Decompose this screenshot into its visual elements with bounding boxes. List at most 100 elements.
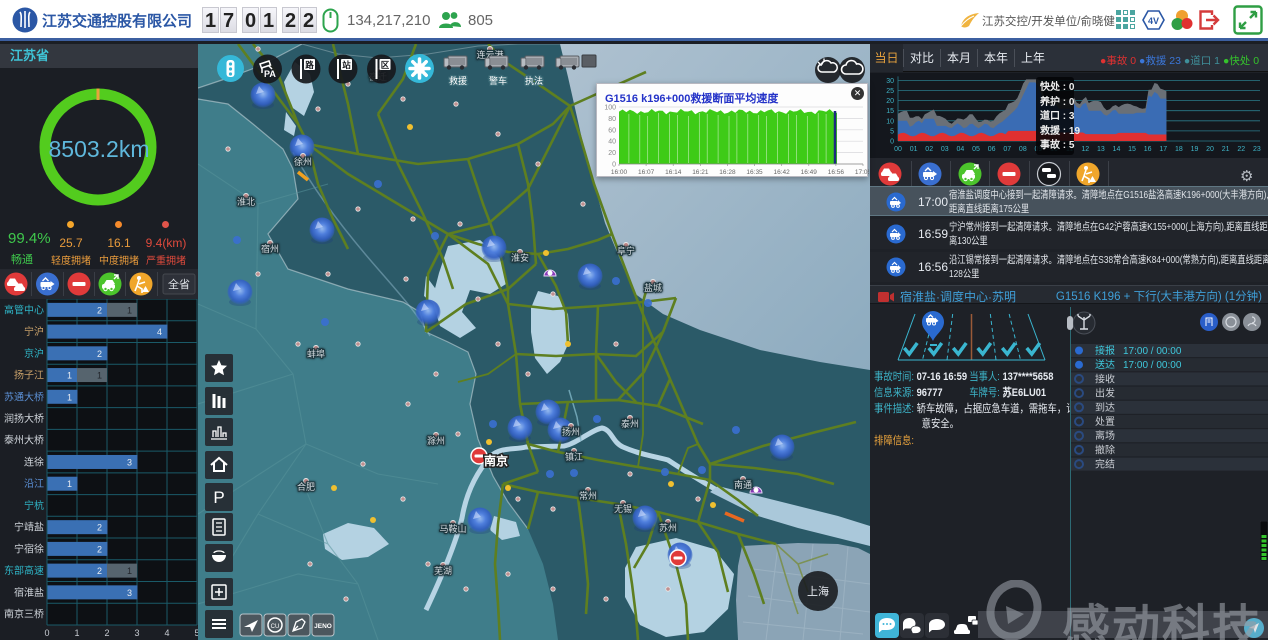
svg-text:04: 04: [957, 146, 965, 153]
svg-text:17:00 / 00:00: 17:00 / 00:00: [1123, 346, 1182, 357]
svg-text:警车: 警车: [489, 75, 507, 86]
svg-text:2: 2: [97, 305, 102, 315]
svg-text:全省: 全省: [168, 277, 190, 291]
svg-text:润扬大桥: 润扬大桥: [4, 412, 44, 425]
svg-text:06: 06: [988, 146, 996, 153]
svg-text:宁沪: 宁沪: [24, 325, 44, 338]
svg-text:送达: 送达: [1095, 358, 1115, 371]
svg-text:3: 3: [134, 628, 139, 638]
svg-text:扬州: 扬州: [562, 426, 580, 437]
svg-text:13: 13: [1097, 146, 1105, 153]
svg-text:离场: 离场: [1095, 429, 1115, 442]
svg-text:泰州大桥: 泰州大桥: [4, 434, 44, 447]
svg-text:上海: 上海: [807, 584, 829, 598]
svg-text:合肥: 合肥: [297, 481, 315, 492]
svg-text:16:35: 16:35: [746, 169, 763, 176]
svg-text:PA: PA: [264, 69, 276, 79]
svg-text:1: 1: [67, 479, 72, 489]
svg-text:5: 5: [890, 128, 894, 135]
svg-text:20: 20: [1206, 146, 1214, 153]
svg-text:淮北: 淮北: [237, 197, 255, 207]
svg-text:P: P: [213, 488, 224, 507]
svg-text:16: 16: [1144, 146, 1152, 153]
svg-text:60: 60: [608, 127, 616, 134]
svg-text:40: 40: [608, 139, 616, 146]
svg-text:南京三桥: 南京三桥: [4, 608, 44, 621]
svg-text:2: 2: [97, 566, 102, 576]
svg-text:撤除: 撤除: [1095, 443, 1115, 456]
svg-text:马鞍山: 马鞍山: [439, 523, 466, 534]
svg-text:16:42: 16:42: [774, 169, 791, 176]
svg-text:南通: 南通: [734, 479, 752, 490]
svg-text:救援: 救援: [449, 75, 467, 86]
svg-text:25: 25: [886, 88, 894, 95]
svg-text:滁州: 滁州: [427, 436, 445, 446]
svg-text:15: 15: [1128, 146, 1136, 153]
svg-text:0: 0: [612, 162, 616, 169]
svg-text:2: 2: [97, 544, 102, 554]
svg-text:0: 0: [890, 139, 894, 146]
svg-text:常州: 常州: [579, 490, 597, 501]
svg-text:接收: 接收: [1095, 372, 1115, 385]
svg-text:苏通大桥: 苏通大桥: [4, 390, 44, 403]
svg-text:80: 80: [608, 116, 616, 123]
svg-text:16:56: 16:56: [828, 169, 845, 176]
svg-text:阜宁: 阜宁: [617, 245, 635, 256]
svg-text:02: 02: [925, 146, 933, 153]
svg-text:14: 14: [1113, 146, 1121, 153]
svg-text:芜湖: 芜湖: [434, 565, 452, 576]
svg-text:JENO: JENO: [314, 623, 332, 630]
svg-text:4: 4: [164, 628, 169, 638]
svg-text:10: 10: [886, 118, 894, 125]
svg-text:17:00 / 00:00: 17:00 / 00:00: [1123, 360, 1182, 371]
svg-text:15: 15: [886, 108, 894, 115]
svg-text:宿州: 宿州: [261, 243, 279, 254]
svg-text:2: 2: [97, 523, 102, 533]
svg-text:05: 05: [972, 146, 980, 153]
svg-text:00: 00: [894, 146, 902, 153]
svg-text:区: 区: [381, 60, 390, 70]
svg-text:扬子江: 扬子江: [14, 369, 44, 382]
svg-text:30: 30: [886, 78, 894, 85]
svg-text:4: 4: [157, 327, 162, 337]
svg-text:接报: 接报: [1095, 344, 1115, 357]
svg-text:16:00: 16:00: [611, 169, 628, 176]
svg-text:4V: 4V: [1148, 16, 1159, 26]
svg-text:无锡: 无锡: [614, 504, 632, 514]
svg-text:18: 18: [1175, 146, 1183, 153]
svg-text:22: 22: [1237, 146, 1245, 153]
svg-text:08: 08: [1019, 146, 1027, 153]
svg-text:12: 12: [1081, 146, 1089, 153]
svg-text:2: 2: [97, 349, 102, 359]
svg-text:3: 3: [127, 588, 132, 598]
svg-text:宿淮盐: 宿淮盐: [14, 586, 44, 599]
svg-text:19: 19: [1191, 146, 1199, 153]
svg-text:徐州: 徐州: [294, 156, 312, 167]
svg-text:2: 2: [104, 628, 109, 638]
svg-text:CU: CU: [271, 624, 280, 630]
svg-text:16:07: 16:07: [638, 169, 655, 176]
svg-text:16:49: 16:49: [801, 169, 818, 176]
svg-text:完结: 完结: [1095, 458, 1115, 471]
svg-text:高管中心: 高管中心: [4, 303, 44, 316]
svg-text:3: 3: [127, 457, 132, 467]
svg-text:21: 21: [1222, 146, 1230, 153]
svg-text:到达: 到达: [1095, 402, 1115, 414]
svg-text:1: 1: [67, 392, 72, 402]
svg-text:16:28: 16:28: [719, 169, 736, 176]
svg-text:宁宿徐: 宁宿徐: [14, 542, 44, 555]
svg-text:泰州: 泰州: [621, 418, 639, 429]
svg-text:镇江: 镇江: [565, 451, 583, 462]
svg-text:17: 17: [1159, 146, 1167, 153]
svg-text:07: 07: [1003, 146, 1011, 153]
svg-text:1: 1: [127, 305, 132, 315]
svg-text:路: 路: [305, 60, 314, 70]
svg-text:苏州: 苏州: [659, 522, 677, 533]
svg-text:23: 23: [1253, 146, 1261, 153]
svg-text:盐城: 盐城: [644, 282, 662, 293]
svg-text:蚌埠: 蚌埠: [307, 348, 325, 359]
svg-text:宁靖盐: 宁靖盐: [14, 521, 44, 534]
svg-text:20: 20: [886, 98, 894, 105]
svg-text:1: 1: [127, 566, 132, 576]
svg-text:16:21: 16:21: [692, 169, 709, 176]
